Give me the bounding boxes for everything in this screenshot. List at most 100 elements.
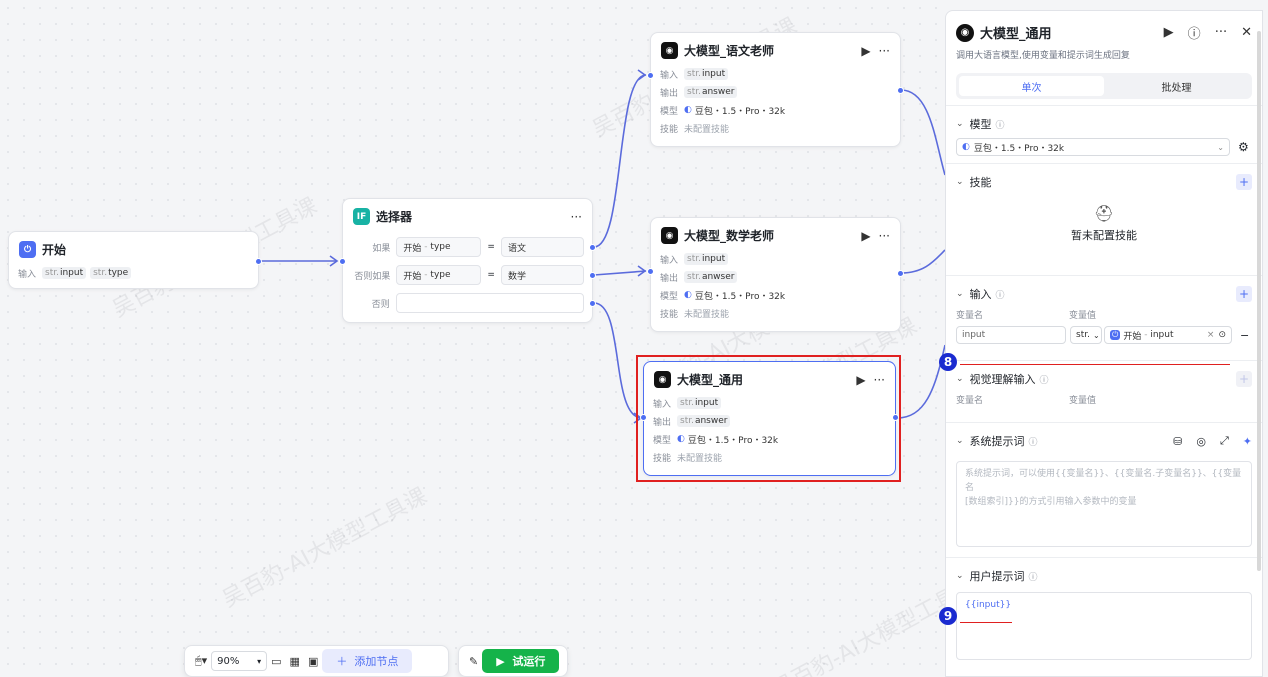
user-prompt-input[interactable]: {{input}}: [956, 592, 1252, 660]
llm-icon: ◉: [654, 371, 671, 388]
settings-gear-icon[interactable]: ⚙: [1238, 140, 1249, 154]
port-in[interactable]: [647, 72, 654, 79]
variable-type-select[interactable]: str. ⌄: [1070, 326, 1102, 344]
node-title: 大模型_数学老师: [684, 229, 775, 243]
system-prompt-input[interactable]: 系统提示词，可以使用{{变量名}}、{{变量名.子变量名}}、{{变量名 [数组…: [956, 461, 1252, 547]
condition-left[interactable]: 开始 - type: [396, 265, 482, 285]
test-run-button[interactable]: ▶ 试运行: [482, 649, 560, 673]
reference-icon[interactable]: ⊙: [1218, 330, 1226, 340]
node-llm-chinese[interactable]: ◉ 大模型_语文老师 ▶ ··· 输入 str.input 输出 str.answe…: [647, 32, 904, 147]
workflow-canvas[interactable]: 吴百豹-AI大模型工具课 吴百豹-AI大模型工具课 吴百豹-AI大模型工具课 吴…: [0, 0, 981, 677]
ai-sparkle-icon[interactable]: ✦: [1243, 435, 1252, 448]
input-tag: str.input: [684, 253, 729, 265]
debug-icon[interactable]: ✎: [469, 655, 478, 668]
start-icon: ⏻: [19, 241, 36, 258]
chevron-down-icon[interactable]: ⌄: [956, 289, 964, 299]
model-select[interactable]: ◐ 豆包・1.5・Pro・32k ⌄: [956, 138, 1230, 156]
info-icon[interactable]: ⓘ: [1029, 570, 1038, 583]
add-skill-button[interactable]: +: [1236, 174, 1252, 190]
port-out[interactable]: [892, 414, 899, 421]
close-icon[interactable]: ✕: [1241, 25, 1252, 40]
prompt-library-icon[interactable]: ⛁: [1173, 435, 1182, 448]
node-config-panel: ◉ 大模型_通用 ▶ ⓘ ··· ✕ 调用大语言模型,使用变量和提示词生成回复 …: [945, 10, 1263, 677]
expand-icon[interactable]: ⤢: [1220, 434, 1229, 448]
port-out[interactable]: [897, 270, 904, 277]
more-icon[interactable]: ···: [571, 210, 582, 224]
condition-else-if[interactable]: 否则如果 开始 - type = 数学: [351, 263, 584, 287]
node-llm-math[interactable]: ◉ 大模型_数学老师 ▶ ··· 输入 str.input 输出 str.anwse…: [647, 217, 904, 332]
add-vision-input-button[interactable]: +: [1236, 371, 1252, 387]
add-input-button[interactable]: +: [1236, 286, 1252, 302]
zoom-select[interactable]: 90% ▾: [211, 651, 268, 671]
input-tag: str.type: [90, 267, 132, 279]
variable-value-ref[interactable]: ⏻ 开始 - input × ⊙: [1104, 326, 1232, 344]
run-icon[interactable]: ▶: [1164, 25, 1174, 40]
port-else-if[interactable]: [589, 272, 596, 279]
annotation-underline: [960, 622, 1012, 623]
section-vision-input: ⌄ 视觉理解输入 ⓘ + 变量名 变量值: [946, 360, 1262, 422]
chevron-down-icon[interactable]: ⌄: [956, 119, 964, 129]
condition-right[interactable]: 数学: [501, 265, 584, 285]
run-icon[interactable]: ▶: [856, 373, 865, 387]
chevron-down-icon[interactable]: ⌄: [956, 177, 964, 187]
llm-icon: ◉: [661, 42, 678, 59]
condition-right[interactable]: 语文: [501, 237, 584, 257]
condition-if[interactable]: 如果 开始 - type = 语文: [351, 235, 584, 259]
more-icon[interactable]: ···: [1215, 25, 1227, 40]
section-input: ⌄ 输入 ⓘ + 变量名 变量值 input str. ⌄ ⏻ 开始 - inpu…: [946, 275, 1262, 360]
variable-name-input[interactable]: input: [956, 326, 1066, 344]
info-icon[interactable]: ⓘ: [1040, 373, 1049, 386]
clear-icon[interactable]: ×: [1207, 330, 1215, 340]
port-in[interactable]: [339, 258, 346, 265]
mouse-mode-icon[interactable]: 🖱︎▾: [195, 654, 207, 668]
remove-input-icon[interactable]: −: [1240, 329, 1249, 342]
section-model: ⌄ 模型 ⓘ ◐ 豆包・1.5・Pro・32k ⌄ ⚙: [946, 105, 1262, 163]
add-node-button[interactable]: ＋ 添加节点: [322, 649, 413, 673]
run-icon[interactable]: ▶: [861, 44, 870, 58]
port-out[interactable]: [897, 87, 904, 94]
canvas-toolbar: 🖱︎▾ 90% ▾ ▭ ▦ ▣ ＋ 添加节点: [184, 645, 449, 677]
skill-empty-icon: ⛑: [1093, 204, 1115, 223]
section-skills: ⌄ 技能 + ⛑ 暂未配置技能: [946, 163, 1262, 275]
node-llm-general[interactable]: ◉ 大模型_通用 ▶ ··· 输入 str.input 输出 str.answer …: [640, 361, 899, 476]
tab-single[interactable]: 单次: [959, 76, 1104, 96]
node-title: 开始: [42, 243, 67, 257]
chevron-down-icon[interactable]: ⌄: [956, 374, 964, 384]
info-icon[interactable]: ⓘ: [996, 288, 1005, 301]
condition-else-box[interactable]: [395, 293, 584, 313]
port-in[interactable]: [640, 414, 647, 421]
condition-left[interactable]: 开始 - type: [396, 237, 482, 257]
port-else[interactable]: [589, 300, 596, 307]
info-icon[interactable]: ⓘ: [1029, 435, 1038, 448]
minimap-icon[interactable]: ▣: [308, 655, 318, 668]
help-icon[interactable]: ⓘ: [1188, 23, 1201, 42]
panel-description: 调用大语言模型,使用变量和提示词生成回复: [956, 51, 1130, 61]
input-tag: str.input: [677, 397, 722, 409]
port-in[interactable]: [647, 268, 654, 275]
more-icon[interactable]: ···: [874, 373, 885, 387]
doubao-icon: ◐: [677, 434, 685, 444]
mode-tabs: 单次 批处理: [956, 73, 1252, 99]
node-start[interactable]: ⏻ 开始 输入 str.input str.type: [8, 231, 262, 289]
condition-else[interactable]: 否则: [351, 291, 584, 315]
layout-icon[interactable]: ▦: [290, 655, 300, 668]
llm-icon: ◉: [661, 227, 678, 244]
node-title: 大模型_通用: [677, 373, 744, 387]
bulb-icon[interactable]: ◎: [1196, 435, 1206, 448]
comment-icon[interactable]: ▭: [271, 655, 281, 668]
chevron-down-icon[interactable]: ⌄: [956, 571, 964, 581]
chevron-down-icon[interactable]: ⌄: [956, 436, 964, 446]
more-icon[interactable]: ···: [879, 229, 890, 243]
panel-title: 大模型_通用: [980, 27, 1052, 42]
node-title: 大模型_语文老师: [684, 44, 775, 58]
output-port[interactable]: [255, 258, 262, 265]
scrollbar[interactable]: [1257, 31, 1261, 571]
llm-icon: ◉: [956, 23, 974, 42]
more-icon[interactable]: ···: [879, 44, 890, 58]
node-selector[interactable]: IF 选择器 ··· 如果 开始 - type = 语文 否则如果 开始 - t…: [339, 198, 596, 323]
port-if[interactable]: [589, 244, 596, 251]
run-icon[interactable]: ▶: [861, 229, 870, 243]
info-icon[interactable]: ⓘ: [996, 118, 1005, 131]
tab-batch[interactable]: 批处理: [1104, 76, 1249, 96]
output-tag: str.answer: [677, 415, 731, 427]
